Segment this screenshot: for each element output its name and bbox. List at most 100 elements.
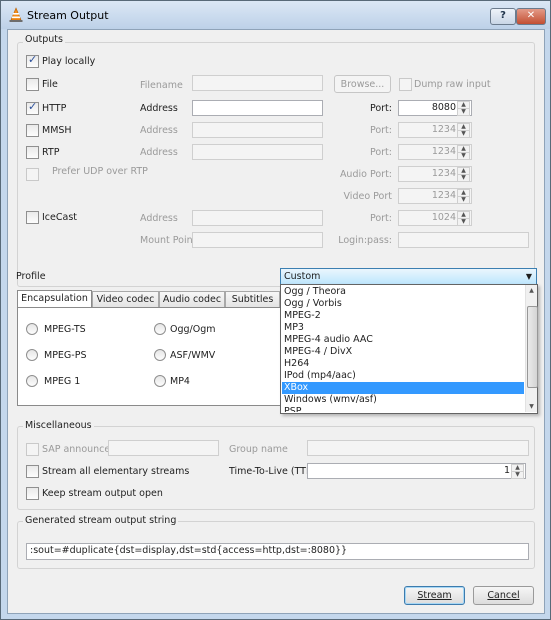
- mmsh-port-spinbox[interactable]: 1234 ▲ ▼: [398, 122, 472, 138]
- stream-all-checkbox[interactable]: [26, 465, 39, 478]
- radio-ogg-ogm[interactable]: [154, 323, 166, 335]
- profile-option-selected[interactable]: XBox: [282, 382, 524, 394]
- encap-mpeg-ps-label: MPEG-PS: [44, 350, 87, 361]
- keep-open-checkbox[interactable]: [26, 487, 39, 500]
- stream-button[interactable]: Stream: [404, 586, 465, 605]
- vlc-cone-icon: [9, 7, 23, 22]
- sap-announce-input[interactable]: [108, 440, 219, 456]
- spin-down-icon[interactable]: ▼: [457, 218, 470, 226]
- radio-asf-wmv[interactable]: [154, 349, 166, 361]
- play-locally-label: Play locally: [42, 56, 96, 67]
- icecast-port-spinbox[interactable]: 1024 ▲ ▼: [398, 210, 472, 226]
- audio-port-label: Audio Port:: [339, 169, 392, 180]
- rtp-checkbox[interactable]: [26, 146, 39, 159]
- profile-option[interactable]: Ogg / Theora: [282, 286, 524, 298]
- close-button[interactable]: ✕: [516, 8, 546, 25]
- profile-option[interactable]: PSP: [282, 406, 524, 412]
- rtp-label: RTP: [42, 147, 60, 158]
- rtp-port-label: Port:: [369, 147, 392, 158]
- prefer-udp-checkbox[interactable]: [26, 168, 39, 181]
- http-address-input[interactable]: [192, 100, 323, 116]
- scroll-up-icon[interactable]: ▲: [526, 285, 537, 296]
- rtp-port-spinbox[interactable]: 1234 ▲ ▼: [398, 144, 472, 160]
- icecast-address-label: Address: [140, 213, 178, 224]
- browse-button[interactable]: Browse...: [334, 75, 391, 93]
- prefer-udp-label: Prefer UDP over RTP: [52, 166, 148, 177]
- profile-option[interactable]: IPod (mp4/aac): [282, 370, 524, 382]
- spin-down-icon[interactable]: ▼: [457, 152, 470, 160]
- dump-raw-label: Dump raw input: [414, 79, 491, 90]
- group-name-input[interactable]: [307, 440, 529, 456]
- file-checkbox[interactable]: [26, 78, 39, 91]
- help-button[interactable]: ?: [490, 8, 516, 25]
- spin-down-icon[interactable]: ▼: [457, 108, 470, 116]
- window-title: Stream Output: [27, 9, 109, 22]
- icecast-port-label: Port:: [369, 213, 392, 224]
- icecast-port-value: 1024: [431, 212, 456, 223]
- spin-down-icon[interactable]: ▼: [511, 471, 524, 479]
- spin-down-icon[interactable]: ▼: [457, 174, 470, 182]
- profile-option[interactable]: Windows (wmv/asf): [282, 394, 524, 406]
- icecast-checkbox[interactable]: [26, 211, 39, 224]
- group-name-label: Group name: [229, 444, 288, 455]
- spin-down-icon[interactable]: ▼: [457, 130, 470, 138]
- sout-string-input[interactable]: :sout=#duplicate{dst=display,dst=std{acc…: [26, 543, 529, 560]
- audio-port-spinbox[interactable]: 1234 ▲ ▼: [398, 166, 472, 182]
- radio-mpeg-ts[interactable]: [26, 323, 38, 335]
- tab-audio-codec[interactable]: Audio codec: [159, 291, 225, 307]
- generated-group-title: Generated stream output string: [23, 515, 179, 526]
- tab-encapsulation[interactable]: Encapsulation: [17, 290, 92, 308]
- misc-group-title: Miscellaneous: [23, 420, 94, 431]
- profile-option[interactable]: Ogg / Vorbis: [282, 298, 524, 310]
- profile-option[interactable]: MP3: [282, 322, 524, 334]
- rtp-address-input[interactable]: [192, 144, 323, 160]
- cancel-button-label: Cancel: [487, 590, 520, 601]
- tab-video-codec[interactable]: Video codec: [92, 291, 159, 307]
- tab-subtitles[interactable]: Subtitles: [225, 291, 280, 307]
- video-port-value: 1234: [431, 190, 456, 201]
- filename-label: Filename: [140, 80, 183, 91]
- sap-announce-checkbox[interactable]: [26, 443, 39, 456]
- mount-point-input[interactable]: [192, 232, 323, 248]
- profile-dropdown-list: Ogg / Theora Ogg / Vorbis MPEG-2 MP3 MPE…: [280, 284, 538, 414]
- http-port-label: Port:: [369, 103, 392, 114]
- ttl-spinbox[interactable]: 1 ▲ ▼: [307, 463, 526, 479]
- cancel-button[interactable]: Cancel: [473, 586, 534, 605]
- profile-combobox[interactable]: Custom ▼: [280, 268, 537, 285]
- rtp-port-value: 1234: [431, 146, 456, 157]
- video-port-label: Video Port: [343, 191, 392, 202]
- scroll-down-icon[interactable]: ▼: [526, 401, 537, 412]
- video-port-spinbox[interactable]: 1234 ▲ ▼: [398, 188, 472, 204]
- dialog-client: Outputs Play locally File Filename Brows…: [7, 29, 545, 614]
- profile-selected-value: Custom: [284, 271, 321, 282]
- play-locally-checkbox[interactable]: [26, 53, 39, 68]
- http-address-label: Address: [140, 103, 178, 114]
- encap-asf-wmv-label: ASF/WMV: [170, 350, 216, 361]
- title-bar[interactable]: Stream Output ? ✕: [1, 1, 550, 29]
- profile-option[interactable]: MPEG-4 audio AAC: [282, 334, 524, 346]
- mmsh-checkbox[interactable]: [26, 124, 39, 137]
- ttl-value: 1: [503, 465, 510, 476]
- stream-output-window: Stream Output ? ✕ Outputs Play locally F…: [0, 0, 551, 620]
- radio-mpeg-ps[interactable]: [26, 349, 38, 361]
- filename-input[interactable]: [192, 75, 323, 91]
- scrollbar-thumb[interactable]: [527, 306, 538, 388]
- login-pass-input[interactable]: [398, 232, 529, 248]
- mmsh-address-input[interactable]: [192, 122, 323, 138]
- profile-option[interactable]: MPEG-2: [282, 310, 524, 322]
- profile-option[interactable]: MPEG-4 / DivX: [282, 346, 524, 358]
- spin-down-icon[interactable]: ▼: [457, 196, 470, 204]
- http-checkbox[interactable]: [26, 100, 39, 115]
- sap-announce-label: SAP announce: [42, 444, 111, 455]
- dump-raw-checkbox[interactable]: [399, 78, 412, 91]
- file-label: File: [42, 79, 58, 90]
- ttl-label: Time-To-Live (TTL): [229, 466, 315, 477]
- outputs-group-title: Outputs: [23, 34, 65, 45]
- http-port-spinbox[interactable]: 8080 ▲ ▼: [398, 100, 472, 116]
- radio-mp4[interactable]: [154, 375, 166, 387]
- radio-mpeg1[interactable]: [26, 375, 38, 387]
- icecast-label: IceCast: [42, 212, 77, 223]
- dropdown-scrollbar[interactable]: ▲ ▼: [525, 285, 538, 412]
- profile-option[interactable]: H264: [282, 358, 524, 370]
- icecast-address-input[interactable]: [192, 210, 323, 226]
